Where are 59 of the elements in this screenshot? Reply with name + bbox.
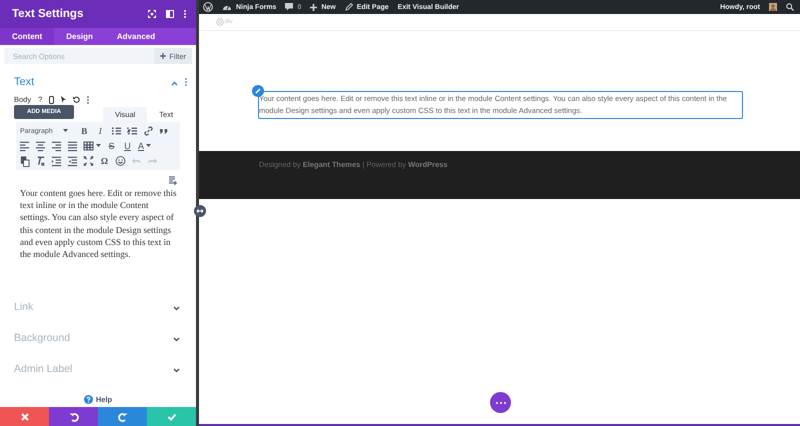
emoji-icon[interactable] bbox=[115, 155, 126, 167]
panel-title: Text Settings bbox=[12, 8, 84, 20]
reset-icon[interactable] bbox=[73, 96, 80, 103]
checkmark-icon bbox=[166, 412, 176, 422]
close-icon bbox=[20, 412, 30, 422]
wordpress-logo-icon[interactable] bbox=[203, 2, 213, 12]
cancel-button[interactable] bbox=[0, 407, 49, 426]
phone-icon[interactable] bbox=[49, 96, 54, 104]
panel-tab[interactable]: Design bbox=[54, 28, 105, 45]
search-icon[interactable] bbox=[786, 3, 794, 11]
caret-icon bbox=[62, 128, 68, 132]
plus-icon bbox=[310, 4, 318, 10]
bulleted-list-icon[interactable] bbox=[110, 125, 122, 137]
module-icon bbox=[216, 18, 224, 26]
expand-caret-icon[interactable] bbox=[173, 368, 180, 372]
underline-button[interactable]: U bbox=[122, 141, 133, 151]
toolbar-toggle-icon[interactable] bbox=[168, 176, 177, 185]
resize-handle-icon[interactable] bbox=[194, 205, 206, 217]
panel-tab[interactable]: Content bbox=[0, 28, 54, 45]
strikethrough-button[interactable]: S bbox=[106, 141, 117, 151]
numbered-list-icon[interactable] bbox=[126, 125, 138, 137]
expand-caret-icon[interactable] bbox=[173, 306, 180, 310]
undo-icon bbox=[68, 412, 78, 422]
caret-icon bbox=[146, 144, 152, 148]
redo-button[interactable] bbox=[98, 407, 147, 426]
align-center-icon[interactable] bbox=[35, 140, 46, 152]
justify-icon[interactable] bbox=[67, 140, 78, 152]
edit-pencil-icon[interactable] bbox=[252, 85, 264, 97]
comment-icon bbox=[285, 3, 294, 11]
section-title[interactable]: Text bbox=[14, 76, 171, 88]
paste-icon[interactable] bbox=[19, 155, 30, 167]
fullscreen-icon[interactable] bbox=[148, 10, 156, 18]
split-view-icon[interactable] bbox=[166, 10, 174, 18]
plus-icon bbox=[160, 53, 166, 59]
help-icon[interactable] bbox=[84, 394, 93, 404]
cursor-icon[interactable] bbox=[61, 96, 66, 103]
redo-icon bbox=[118, 412, 128, 422]
expand-caret-icon[interactable] bbox=[173, 336, 180, 342]
link-icon[interactable] bbox=[142, 125, 154, 137]
clear-formatting-icon[interactable] bbox=[35, 155, 46, 167]
panel-tab[interactable]: Advanced bbox=[104, 28, 168, 45]
align-right-icon[interactable] bbox=[51, 140, 62, 152]
more-options-button[interactable] bbox=[490, 392, 511, 413]
indent-icon[interactable] bbox=[67, 155, 78, 167]
undo-button[interactable] bbox=[49, 407, 98, 426]
pencil-icon bbox=[344, 3, 353, 11]
more-options-icon[interactable] bbox=[87, 96, 90, 104]
align-left-icon[interactable] bbox=[19, 140, 30, 152]
collapse-caret-icon[interactable] bbox=[171, 81, 178, 86]
outdent-icon[interactable] bbox=[51, 155, 62, 167]
editor-text[interactable]: Your content goes here. Edit or remove this text inline or in the module Content settings. You can also style every aspect of this content in the module Design settings and even apply custom CSS to this text in the module Advanced settings. bbox=[20, 187, 180, 260]
dashboard-icon bbox=[222, 3, 232, 11]
text-color-button[interactable]: A bbox=[138, 141, 152, 151]
fullscreen-icon[interactable] bbox=[83, 155, 94, 167]
table-icon[interactable] bbox=[83, 140, 94, 152]
toolbar-button[interactable]: Ω bbox=[99, 156, 110, 166]
italic-button[interactable]: I bbox=[94, 126, 106, 136]
caret-icon bbox=[96, 144, 101, 148]
toolbar-button[interactable]: B bbox=[78, 126, 90, 136]
